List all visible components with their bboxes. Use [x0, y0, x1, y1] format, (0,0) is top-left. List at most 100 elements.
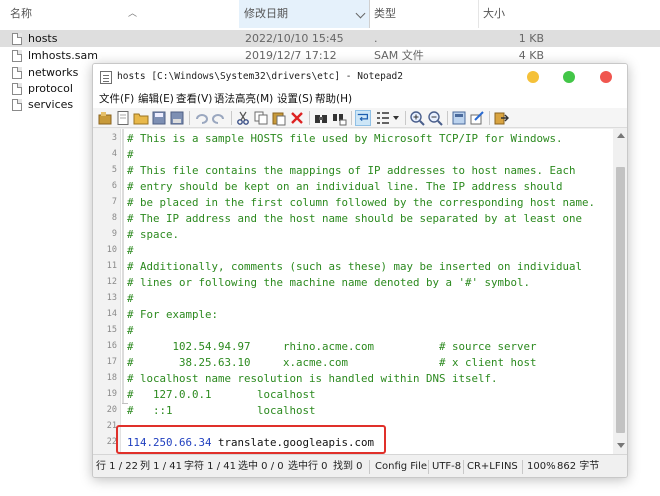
line-number: 19 [106, 389, 117, 399]
toolbar-separator [309, 111, 310, 125]
menu-syntax[interactable]: 语法高亮(M) [214, 90, 273, 108]
status-separator [369, 460, 370, 474]
column-header-type[interactable]: 类型 [371, 0, 479, 28]
menu-edit[interactable]: 编辑(E) [138, 90, 174, 108]
status-selected-lines: 选中行 0 [288, 461, 328, 472]
file-type: SAM 文件 [374, 49, 424, 62]
comment-line: # ::1 localhost [127, 404, 316, 417]
title-bar[interactable]: hosts [C:\Windows\System32\drivers\etc] … [93, 64, 627, 90]
status-encoding[interactable]: UTF-8 [432, 455, 461, 477]
comment-line: # 127.0.0.1 localhost [127, 388, 316, 401]
status-file-size: 862 字节 [557, 461, 600, 472]
find-icon[interactable] [313, 110, 329, 126]
browse-icon[interactable] [133, 110, 149, 126]
notepad2-window: hosts [C:\Windows\System32\drivers\etc] … [92, 63, 628, 478]
chevron-down-icon[interactable] [355, 8, 366, 19]
column-header-date[interactable]: 修改日期 [239, 0, 370, 28]
file-type: . [374, 32, 378, 45]
file-row-hosts[interactable]: hosts 2022/10/10 15:45 . 1 KB [0, 30, 660, 47]
list-icon[interactable] [375, 110, 391, 126]
close-button[interactable] [600, 71, 612, 83]
file-name: services [28, 98, 74, 111]
file-name: networks [28, 66, 79, 79]
menu-file[interactable]: 文件(F) [99, 90, 134, 108]
column-header-size[interactable]: 大小 [480, 0, 550, 28]
comment-line: # This is a sample HOSTS file used by Mi… [127, 132, 563, 145]
sort-up-icon: ︿ [128, 9, 138, 19]
dropdown-icon[interactable] [391, 110, 401, 126]
line-number: 8 [111, 213, 117, 223]
status-line-endings[interactable]: CR+LF [467, 455, 501, 477]
line-number: 17 [106, 357, 117, 367]
comment-line: # space. [127, 228, 180, 241]
scheme-icon[interactable] [451, 110, 467, 126]
save-as-icon[interactable] [169, 110, 185, 126]
text-editor[interactable]: 3 4 5 6 7 8 9 10 11 12 13 14 15 16 17 18 19 20 21 22 # This… [93, 129, 613, 454]
file-icon [12, 83, 22, 95]
status-line: 行 1 / 22 [96, 461, 138, 472]
status-chars: 字符 1 / 41 [184, 461, 236, 472]
menu-settings[interactable]: 设置(S) [277, 90, 313, 108]
replace-icon[interactable] [331, 110, 347, 126]
scroll-up-arrow-icon[interactable] [617, 133, 625, 138]
zoom-out-icon[interactable] [427, 110, 443, 126]
file-name: lmhosts.sam [28, 49, 98, 62]
exit-icon[interactable] [493, 110, 509, 126]
column-size-label: 大小 [483, 7, 505, 20]
toolbar-separator [231, 111, 232, 125]
delete-icon[interactable] [289, 110, 305, 126]
maximize-button[interactable] [563, 71, 575, 83]
column-date-label: 修改日期 [244, 7, 288, 20]
word-wrap-icon[interactable] [355, 110, 371, 126]
comment-line: # lines or following the machine name de… [127, 276, 531, 289]
status-found: 找到 0 [333, 461, 363, 472]
minimize-button[interactable] [527, 71, 539, 83]
line-number: 20 [106, 405, 117, 415]
comment-line: # 38.25.63.10 x.acme.com # x client host [127, 356, 537, 369]
line-number: 21 [106, 421, 117, 431]
status-insert-mode[interactable]: INS [501, 455, 518, 477]
menu-help[interactable]: 帮助(H) [315, 90, 352, 108]
cut-icon[interactable] [235, 110, 251, 126]
scrollbar-thumb[interactable] [616, 167, 625, 433]
toolbar [93, 108, 627, 128]
file-icon [12, 67, 22, 79]
column-header-name[interactable]: 名称 ︿ [10, 0, 235, 28]
line-number: 12 [106, 277, 117, 287]
line-number-gutter: 3 4 5 6 7 8 9 10 11 12 13 14 15 16 17 18 19 20 21 22 [93, 129, 121, 454]
customize-icon[interactable] [469, 110, 485, 126]
copy-icon[interactable] [253, 110, 269, 126]
scroll-down-arrow-icon[interactable] [617, 443, 625, 448]
line-number: 9 [111, 229, 117, 239]
zoom-in-icon[interactable] [409, 110, 425, 126]
comment-line: # entry should be kept on an individual … [127, 180, 563, 193]
undo-icon[interactable] [193, 110, 209, 126]
column-name-label: 名称 [10, 7, 32, 20]
menu-bar: 文件(F) 编辑(E) 查看(V) 语法高亮(M) 设置(S) 帮助(H) [93, 90, 627, 108]
vertical-scrollbar[interactable] [613, 129, 627, 454]
notepad-app-icon [100, 71, 112, 84]
comment-line: # localhost name resolution is handled w… [127, 372, 498, 385]
redo-icon[interactable] [211, 110, 227, 126]
line-number: 4 [111, 149, 117, 159]
save-icon[interactable] [151, 110, 167, 126]
column-type-label: 类型 [374, 7, 396, 20]
new-file-icon[interactable] [97, 110, 113, 126]
status-scheme[interactable]: Config File [375, 455, 427, 477]
line-number: 7 [111, 197, 117, 207]
line-number: 5 [111, 165, 117, 175]
toolbar-separator [489, 111, 490, 125]
status-separator [463, 460, 464, 474]
open-file-icon[interactable] [115, 110, 131, 126]
line-number: 16 [106, 341, 117, 351]
line-number: 13 [106, 293, 117, 303]
status-zoom: 100% [527, 461, 556, 472]
file-row-lmhosts[interactable]: lmhosts.sam 2019/12/7 17:12 SAM 文件 4 KB [0, 47, 660, 64]
menu-view[interactable]: 查看(V) [176, 90, 212, 108]
comment-line: # Additionally, comments (such as these)… [127, 260, 583, 273]
paste-icon[interactable] [271, 110, 287, 126]
file-date: 2022/10/10 15:45 [245, 32, 344, 45]
file-size: 4 KB [518, 49, 544, 62]
file-size: 1 KB [518, 32, 544, 45]
file-date: 2019/12/7 17:12 [245, 49, 337, 62]
